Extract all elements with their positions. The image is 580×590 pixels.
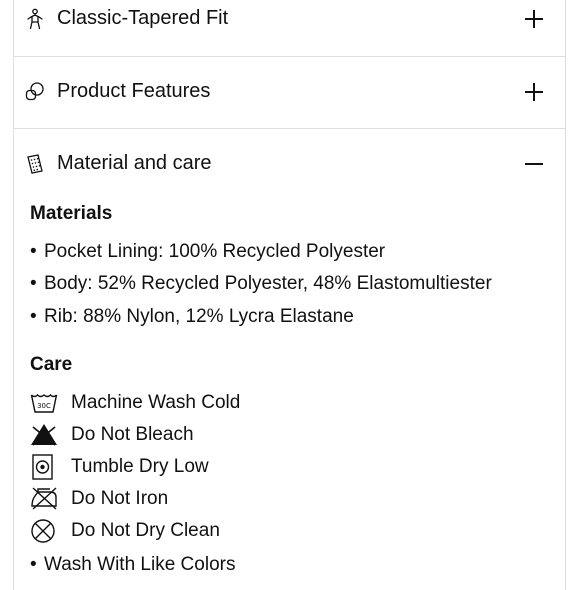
care-heading: Care bbox=[30, 354, 73, 375]
care-item-dry: Tumble Dry Low bbox=[30, 454, 530, 482]
care-item-iron: Do Not Iron bbox=[30, 486, 530, 514]
care-item-label: Tumble Dry Low bbox=[71, 456, 209, 477]
material-item: • Pocket Lining: 100% Recycled Polyester bbox=[30, 241, 385, 263]
accordion-material-header[interactable]: Material and care bbox=[14, 128, 565, 200]
no-bleach-icon bbox=[30, 422, 58, 448]
material-item-text: Rib: 88% Nylon, 12% Lycra Elastane bbox=[44, 306, 354, 327]
bullet: • bbox=[30, 273, 37, 294]
care-item-wash: 30C Machine Wash Cold bbox=[30, 390, 530, 418]
tumble-dry-low-icon bbox=[30, 454, 58, 480]
accordion-fit-title: Classic-Tapered Fit bbox=[57, 7, 229, 29]
accordion-features-title: Product Features bbox=[57, 80, 211, 102]
accordion-material-title: Material and care bbox=[57, 152, 212, 174]
svg-text:30C: 30C bbox=[37, 402, 51, 410]
care-item-label: Machine Wash Cold bbox=[71, 392, 241, 413]
no-dry-clean-icon bbox=[30, 518, 58, 544]
care-item-label: Do Not Bleach bbox=[71, 424, 194, 445]
care-item-bleach: Do Not Bleach bbox=[30, 422, 530, 450]
accordion-features-header[interactable]: Product Features bbox=[14, 56, 565, 128]
material-item-text: Pocket Lining: 100% Recycled Polyester bbox=[44, 241, 386, 262]
material-item-text: Body: 52% Recycled Polyester, 48% Elasto… bbox=[44, 273, 492, 294]
accordion-fit-header[interactable]: Classic-Tapered Fit bbox=[14, 0, 565, 56]
product-details-panel: Classic-Tapered Fit Product Features Mat… bbox=[13, 0, 566, 590]
features-icon bbox=[24, 81, 46, 103]
fabric-icon bbox=[24, 153, 46, 175]
no-iron-icon bbox=[30, 486, 58, 512]
bullet: • bbox=[30, 554, 37, 575]
material-item: • Rib: 88% Nylon, 12% Lycra Elastane bbox=[30, 306, 354, 328]
care-item-label: Do Not Iron bbox=[71, 488, 169, 509]
materials-heading: Materials bbox=[30, 203, 113, 224]
bullet: • bbox=[30, 306, 37, 327]
material-item: • Body: 52% Recycled Polyester, 48% Elast… bbox=[30, 273, 492, 295]
plus-icon[interactable] bbox=[523, 81, 545, 103]
bullet: • bbox=[30, 241, 37, 262]
care-item-dry-clean: Do Not Dry Clean bbox=[30, 518, 530, 546]
care-extra-text: Wash With Like Colors bbox=[44, 554, 236, 575]
minus-icon[interactable] bbox=[523, 153, 545, 175]
care-extra-item: • Wash With Like Colors bbox=[30, 554, 235, 576]
person-fit-icon bbox=[24, 8, 46, 30]
wash-30-icon: 30C bbox=[30, 390, 58, 416]
care-item-label: Do Not Dry Clean bbox=[71, 520, 220, 541]
plus-icon[interactable] bbox=[523, 8, 545, 30]
